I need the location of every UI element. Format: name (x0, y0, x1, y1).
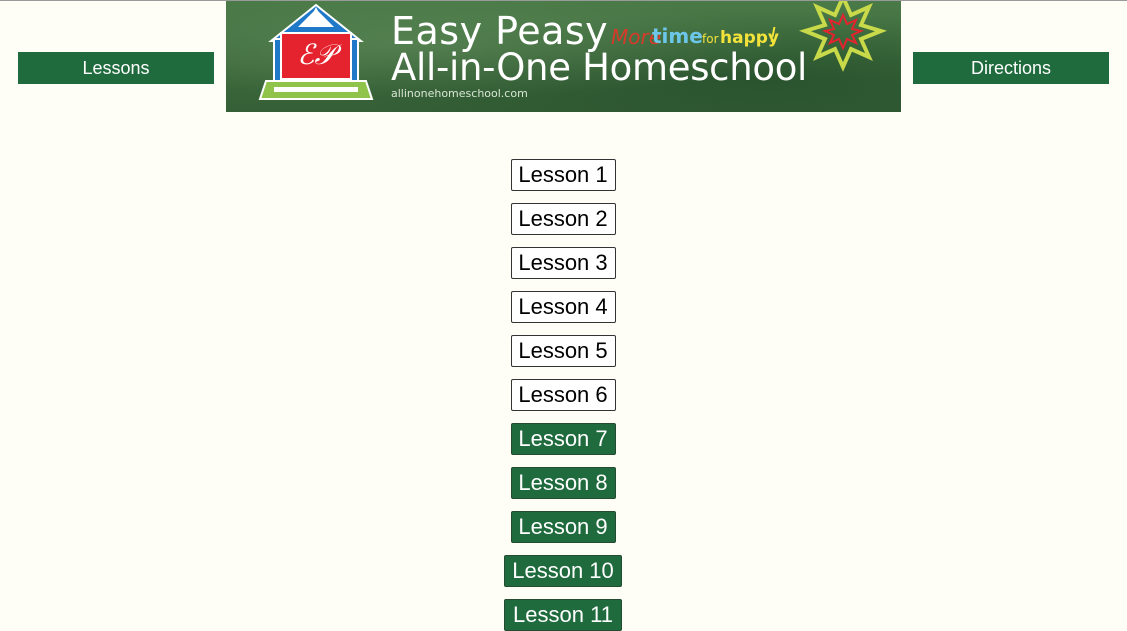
lesson-button-4[interactable]: Lesson 4 (510, 291, 616, 323)
lesson-button-8[interactable]: Lesson 8 (510, 467, 616, 499)
lesson-button-1[interactable]: Lesson 1 (510, 159, 616, 191)
lesson-button-7[interactable]: Lesson 7 (510, 423, 616, 455)
lesson-button-6[interactable]: Lesson 6 (510, 379, 616, 411)
lesson-button-3[interactable]: Lesson 3 (510, 247, 616, 279)
tagline-time: time (652, 24, 703, 48)
starburst-icon (798, 1, 888, 72)
lesson-button-9[interactable]: Lesson 9 (510, 511, 616, 543)
site-banner[interactable]: ℰ𝒫 Easy Peasy All-in-One Homeschool alli… (226, 1, 901, 112)
lesson-button-5[interactable]: Lesson 5 (510, 335, 616, 367)
lesson-button-11[interactable]: Lesson 11 (504, 599, 622, 631)
lesson-button-10[interactable]: Lesson 10 (504, 555, 622, 587)
tagline-for: for (702, 32, 719, 46)
banner-title-line1: Easy Peasy (391, 9, 609, 53)
banner-url: allinonehomeschool.com (391, 87, 528, 100)
lessons-nav-button[interactable]: Lessons (18, 52, 214, 84)
directions-nav-button[interactable]: Directions (913, 52, 1109, 84)
banner-title-line2: All-in-One Homeschool (391, 46, 808, 89)
tagline-exclamation: ! (769, 23, 778, 47)
lesson-button-2[interactable]: Lesson 2 (510, 203, 616, 235)
